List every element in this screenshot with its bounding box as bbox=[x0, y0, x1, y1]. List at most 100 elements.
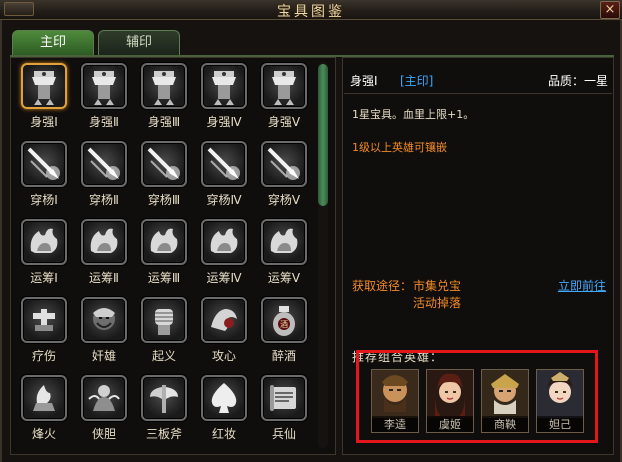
treasure-slot[interactable]: 烽火 bbox=[16, 375, 72, 451]
treasure-label: 身强Ⅲ bbox=[147, 115, 181, 129]
hero-name: 妲己 bbox=[537, 416, 583, 432]
hero-portrait-icon bbox=[372, 370, 418, 418]
treasure-slot[interactable]: 侠胆 bbox=[76, 375, 132, 451]
tab-main-seal[interactable]: 主印 bbox=[12, 30, 94, 56]
armor-icon bbox=[261, 63, 307, 109]
treasure-slot[interactable]: 红妆 bbox=[196, 375, 252, 451]
goto-link[interactable]: 立即前往 bbox=[558, 277, 606, 294]
fist-flame-icon bbox=[81, 219, 127, 265]
treasure-slot[interactable]: 攻心 bbox=[196, 297, 252, 373]
fist-flame-icon bbox=[201, 219, 247, 265]
warlord-icon bbox=[81, 297, 127, 343]
treasure-slot[interactable]: 穿杨Ⅱ bbox=[76, 141, 132, 217]
hero-portrait-icon bbox=[537, 370, 583, 418]
armor-icon bbox=[81, 63, 127, 109]
treasure-slot[interactable]: 起义 bbox=[136, 297, 192, 373]
item-requirement: 1级以上英雄可镶嵌 bbox=[352, 141, 447, 154]
treasure-slot[interactable]: 运筹Ⅱ bbox=[76, 219, 132, 295]
treasure-label: 身强Ⅰ bbox=[30, 115, 58, 129]
treasure-slot[interactable]: 兵仙 bbox=[256, 375, 312, 451]
item-quality: 品质：一星 bbox=[548, 74, 609, 88]
arrow-burst-icon bbox=[81, 141, 127, 187]
treasure-label: 奸雄 bbox=[91, 349, 116, 363]
treasure-slot[interactable]: 穿杨Ⅳ bbox=[196, 141, 252, 217]
spade-icon bbox=[201, 375, 247, 421]
scroll-icon bbox=[261, 375, 307, 421]
treasure-slot[interactable]: 三板斧 bbox=[136, 375, 192, 451]
grid-scroll-thumb[interactable] bbox=[318, 64, 328, 206]
hero-portrait[interactable]: 虞姬 bbox=[426, 369, 474, 433]
treasure-label: 攻心 bbox=[211, 349, 236, 363]
treasure-label: 三板斧 bbox=[145, 427, 182, 441]
treasure-label: 身强Ⅴ bbox=[267, 115, 301, 129]
treasure-slot[interactable]: 运筹Ⅲ bbox=[136, 219, 192, 295]
hero-portrait[interactable]: 妲己 bbox=[536, 369, 584, 433]
treasure-slot[interactable]: 运筹Ⅴ bbox=[256, 219, 312, 295]
fist-flame-icon bbox=[21, 219, 67, 265]
treasure-label: 侠胆 bbox=[91, 427, 116, 441]
treasure-label: 红妆 bbox=[211, 427, 236, 441]
treasure-label: 身强Ⅳ bbox=[206, 115, 242, 129]
source-label: 获取途径： bbox=[352, 279, 413, 293]
treasure-slot[interactable]: 身强Ⅰ bbox=[16, 63, 72, 139]
treasure-slot[interactable]: 穿杨Ⅲ bbox=[136, 141, 192, 217]
fist-flame-icon bbox=[141, 219, 187, 265]
grasp-icon bbox=[201, 297, 247, 343]
treasure-label: 起义 bbox=[151, 349, 176, 363]
hero-name: 商鞅 bbox=[482, 416, 528, 432]
treasure-label: 运筹Ⅲ bbox=[147, 271, 181, 285]
treasure-label: 兵仙 bbox=[271, 427, 296, 441]
treasure-slot[interactable]: 身强Ⅴ bbox=[256, 63, 312, 139]
treasure-slot[interactable]: 疗伤 bbox=[16, 297, 72, 373]
arrow-burst-icon bbox=[201, 141, 247, 187]
treasure-label: 穿杨Ⅲ bbox=[147, 193, 181, 207]
treasure-label: 穿杨Ⅴ bbox=[267, 193, 301, 207]
spirit-icon bbox=[81, 375, 127, 421]
treasure-label: 醉酒 bbox=[271, 349, 296, 363]
treasure-label: 穿杨Ⅰ bbox=[30, 193, 58, 207]
treasure-slot[interactable]: 身强Ⅲ bbox=[136, 63, 192, 139]
armor-icon bbox=[141, 63, 187, 109]
treasure-label: 运筹Ⅴ bbox=[267, 271, 301, 285]
tab-aux-seal[interactable]: 辅印 bbox=[98, 30, 180, 56]
fist-flame-icon bbox=[261, 219, 307, 265]
treasure-slot[interactable]: 穿杨Ⅰ bbox=[16, 141, 72, 217]
armor-icon bbox=[21, 63, 67, 109]
heal-icon bbox=[21, 297, 67, 343]
wine-jar-icon: 酒 bbox=[261, 297, 307, 343]
treasure-label: 穿杨Ⅱ bbox=[89, 193, 119, 207]
arrow-burst-icon bbox=[261, 141, 307, 187]
armor-icon bbox=[201, 63, 247, 109]
item-slot: [主印] bbox=[400, 74, 434, 88]
treasure-label: 疗伤 bbox=[31, 349, 56, 363]
treasure-slot[interactable]: 运筹Ⅰ bbox=[16, 219, 72, 295]
treasure-slot[interactable]: 穿杨Ⅴ bbox=[256, 141, 312, 217]
treasure-label: 运筹Ⅱ bbox=[89, 271, 119, 285]
raised-fist-icon bbox=[141, 297, 187, 343]
treasure-slot[interactable]: 奸雄 bbox=[76, 297, 132, 373]
axe-icon bbox=[141, 375, 187, 421]
hero-name: 虞姬 bbox=[427, 416, 473, 432]
item-description: 1星宝具。血里上限+1。 bbox=[352, 108, 475, 121]
title-bar: 宝具图鉴 × bbox=[0, 0, 622, 20]
treasure-slot[interactable]: 身强Ⅳ bbox=[196, 63, 252, 139]
window-title: 宝具图鉴 bbox=[277, 4, 345, 20]
hero-name: 李逵 bbox=[372, 416, 418, 432]
item-name: 身强Ⅰ bbox=[350, 74, 378, 88]
hero-portrait-icon bbox=[427, 370, 473, 418]
hero-portrait[interactable]: 商鞅 bbox=[481, 369, 529, 433]
treasure-label: 身强Ⅱ bbox=[89, 115, 119, 129]
hero-portrait[interactable]: 李逵 bbox=[371, 369, 419, 433]
treasure-slot[interactable]: 身强Ⅱ bbox=[76, 63, 132, 139]
svg-text:酒: 酒 bbox=[280, 320, 288, 329]
treasure-label: 烽火 bbox=[31, 427, 56, 441]
treasure-label: 穿杨Ⅳ bbox=[206, 193, 242, 207]
close-button[interactable]: × bbox=[600, 1, 620, 19]
arrow-burst-icon bbox=[141, 141, 187, 187]
treasure-slot[interactable]: 运筹Ⅳ bbox=[196, 219, 252, 295]
treasure-slot[interactable]: 酒醉酒 bbox=[256, 297, 312, 373]
beacon-fire-icon bbox=[21, 375, 67, 421]
treasure-label: 运筹Ⅰ bbox=[30, 271, 58, 285]
treasure-label: 运筹Ⅳ bbox=[206, 271, 242, 285]
arrow-burst-icon bbox=[21, 141, 67, 187]
